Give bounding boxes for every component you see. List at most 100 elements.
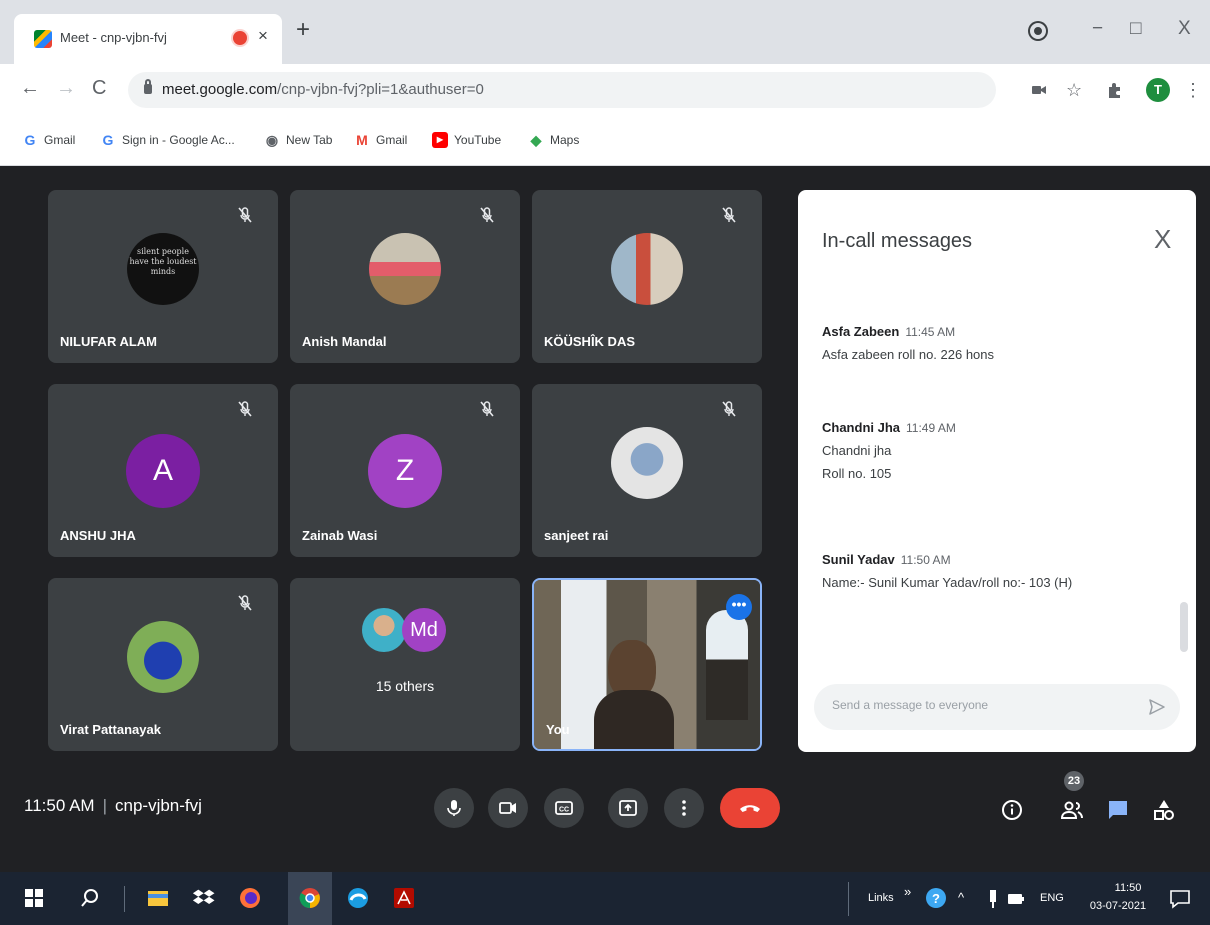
browser-toolbar: ← → C meet.google.com/cnp-vjbn-fvj?pli=1… (0, 64, 1210, 116)
mic-off-icon (722, 401, 736, 417)
video-camera-icon (499, 802, 516, 814)
acrobat-reader-icon[interactable] (392, 886, 416, 910)
mic-toggle-button[interactable] (434, 788, 474, 828)
bookmark-gmail-2[interactable]: M Gmail (354, 132, 407, 148)
account-avatar[interactable]: T (1146, 78, 1170, 102)
people-icon[interactable] (1060, 798, 1084, 822)
taskbar-divider (124, 886, 125, 912)
svg-text:CC: CC (559, 807, 569, 814)
bookmark-gmail[interactable]: G Gmail (22, 132, 76, 148)
bookmark-star-icon[interactable]: ☆ (1066, 80, 1082, 100)
file-explorer-icon[interactable] (146, 886, 170, 910)
meeting-info-separator: | (102, 796, 107, 815)
hang-up-phone-icon (740, 805, 760, 812)
message-input[interactable] (832, 698, 1132, 712)
more-options-button[interactable]: ••• (726, 594, 752, 620)
participant-tile[interactable]: KÖÜSHÎK DAS (532, 190, 762, 363)
windows-start-icon[interactable] (22, 886, 46, 910)
message-text: Name:- Sunil Kumar Yadav/roll no:- 103 (… (822, 575, 1073, 590)
maps-icon: ◆ (530, 132, 542, 148)
bookmark-maps[interactable]: ◆ Maps (528, 132, 580, 148)
close-panel-button[interactable]: X (1154, 224, 1171, 254)
chrome-profile-icon[interactable] (1030, 23, 1046, 39)
participant-name: KÖÜSHÎK DAS (544, 334, 636, 349)
send-icon[interactable] (1148, 698, 1166, 716)
bookmark-label: New Tab (286, 133, 333, 147)
back-arrow-icon[interactable]: ← (20, 76, 40, 100)
links-chevron-icon[interactable]: » (904, 884, 911, 899)
present-screen-icon (619, 800, 637, 816)
photo-quote-text: silent people have the loudest minds (129, 246, 197, 276)
chat-scrollbar[interactable] (1180, 602, 1188, 652)
reload-icon[interactable]: C (92, 76, 106, 100)
dropbox-icon[interactable] (192, 886, 216, 910)
message-header: Asfa Zabeen 11:45 AM (822, 324, 1162, 339)
notification-center-icon[interactable] (1168, 887, 1192, 911)
mic-off-icon (238, 595, 252, 611)
edge-browser-icon[interactable] (346, 886, 370, 910)
bookmark-youtube[interactable]: ▶ YouTube (432, 132, 501, 148)
chrome-icon[interactable] (298, 886, 322, 910)
mic-off-icon (480, 401, 494, 417)
clock-time[interactable]: 11:50 (1098, 882, 1158, 894)
chrome-menu-icon[interactable]: ⋮ (1184, 80, 1202, 100)
google-g-icon: G (24, 132, 36, 148)
clock-date[interactable]: 03-07-2021 (1078, 900, 1158, 912)
bookmark-sign-in-google[interactable]: G Sign in - Google Ac... (100, 132, 235, 148)
show-hidden-icons-button[interactable]: ^ (958, 890, 964, 905)
usb-device-icon[interactable] (988, 890, 998, 908)
participant-photo (127, 620, 199, 693)
browser-tab-meet[interactable]: Meet - cnp-vjbn-fvj × (14, 14, 282, 64)
url-text: meet.google.com/cnp-vjbn-fvj?pli=1&authu… (162, 81, 484, 98)
participant-tile[interactable]: silent people have the loudest minds NIL… (48, 190, 278, 363)
mic-off-icon (238, 401, 252, 417)
input-language-indicator[interactable]: ENG (1040, 892, 1064, 904)
window-minimize-button[interactable]: − (1092, 18, 1103, 40)
bookmarks-bar: G Gmail G Sign in - Google Ac... ◉ New Tab … (0, 116, 1210, 166)
chat-bubble-icon[interactable] (1106, 798, 1130, 822)
forward-arrow-icon[interactable]: → (56, 76, 76, 100)
message-text: Chandni jha (822, 443, 892, 458)
tab-close-button[interactable]: × (258, 26, 268, 46)
window-close-button[interactable]: X (1178, 18, 1191, 40)
links-toolbar-label[interactable]: Links (868, 892, 894, 904)
others-tile[interactable]: Md 15 others (290, 578, 520, 751)
google-g-icon: G (102, 132, 114, 148)
leave-call-button[interactable] (720, 788, 780, 828)
search-icon[interactable] (78, 886, 102, 910)
url-host: meet.google.com (162, 81, 278, 98)
firefox-icon[interactable] (238, 886, 262, 910)
self-body-in-camera (594, 690, 674, 749)
participant-tile[interactable]: Z Zainab Wasi (290, 384, 520, 557)
participant-avatar-letter: A (126, 433, 200, 508)
self-video-tile[interactable]: ••• You (532, 578, 762, 751)
panel-title: In-call messages (822, 230, 973, 252)
participant-tile[interactable]: sanjeet rai (532, 384, 762, 557)
extensions-puzzle-icon[interactable] (1106, 81, 1124, 99)
address-bar[interactable]: meet.google.com/cnp-vjbn-fvj?pli=1&authu… (128, 72, 996, 108)
participant-photo (611, 426, 683, 499)
mic-off-icon (480, 207, 494, 223)
present-screen-button[interactable] (608, 788, 648, 828)
window-maximize-button[interactable]: □ (1130, 18, 1141, 40)
mic-off-icon (722, 207, 736, 223)
activities-shapes-icon[interactable] (1152, 798, 1176, 822)
message-time: 11:49 AM (906, 421, 956, 435)
participant-tile[interactable]: Virat Pattanayak (48, 578, 278, 751)
battery-icon[interactable] (1008, 894, 1024, 904)
participant-tile[interactable]: Anish Mandal (290, 190, 520, 363)
participant-name: Zainab Wasi (302, 528, 378, 543)
bookmark-new-tab[interactable]: ◉ New Tab (264, 132, 333, 148)
more-options-menu-button[interactable] (664, 788, 704, 828)
message-header: Sunil Yadav 11:50 AM (822, 552, 1162, 567)
meeting-details-info-icon[interactable] (1000, 798, 1024, 822)
captions-button[interactable]: CC (544, 788, 584, 828)
camera-toggle-button[interactable] (488, 788, 528, 828)
participant-count-badge: 23 (1064, 771, 1084, 791)
bookmark-label: YouTube (454, 133, 502, 147)
camera-in-use-icon[interactable] (1032, 84, 1046, 96)
new-tab-button[interactable]: + (296, 18, 310, 42)
microphone-icon (447, 800, 461, 816)
participant-tile[interactable]: A ANSHU JHA (48, 384, 278, 557)
help-globe-icon[interactable]: ? (924, 886, 948, 910)
